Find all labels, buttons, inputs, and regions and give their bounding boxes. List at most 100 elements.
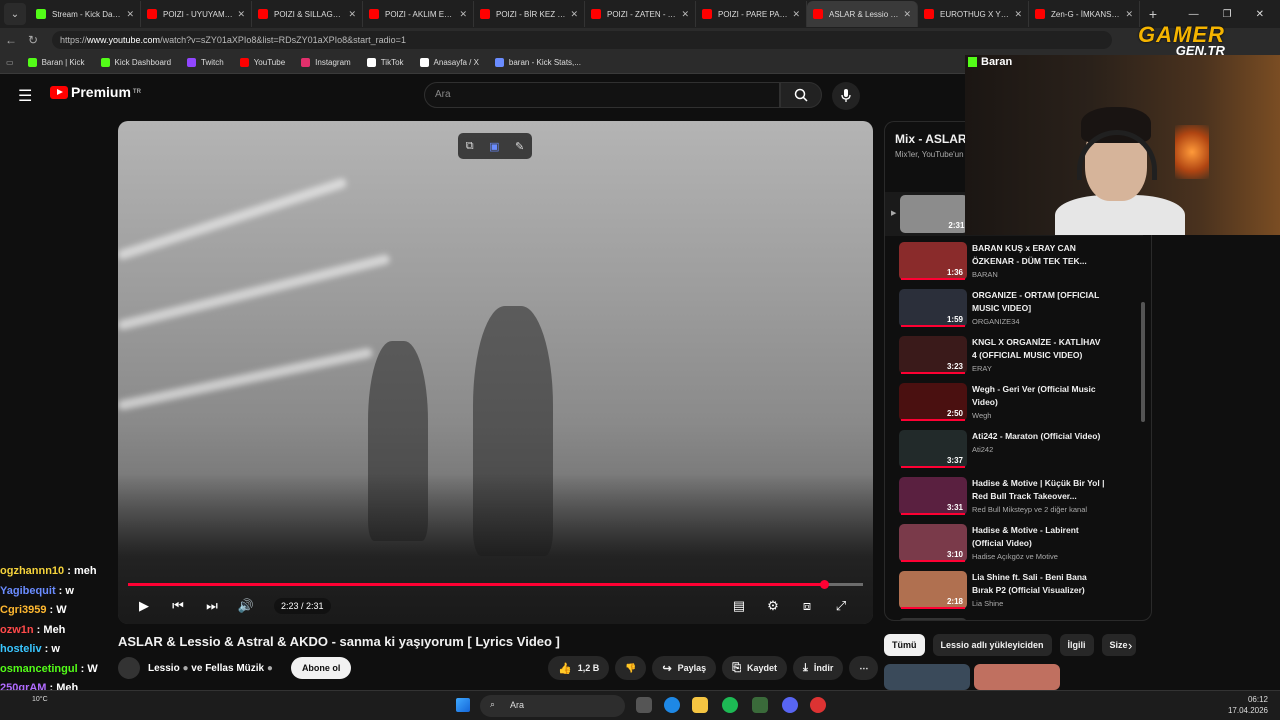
close-tab-icon[interactable]: ✕ xyxy=(570,9,578,20)
browser-tab[interactable]: ASLAR & Lessio & A ✕ xyxy=(807,1,918,27)
like-button[interactable]: 👍 1,2 B xyxy=(548,656,610,680)
search-input[interactable]: Ara xyxy=(424,82,780,108)
play-icon[interactable]: ▶ xyxy=(130,592,158,620)
tab-title: POIZI - PARE PARE xyxy=(718,9,789,19)
close-tab-icon[interactable]: ✕ xyxy=(903,9,911,20)
channel-name[interactable]: Lessio ● ve Fellas Müzik ● xyxy=(148,663,273,674)
tab-search-icon[interactable]: ⌄ xyxy=(4,3,26,25)
bookmark-item[interactable]: TikTok xyxy=(366,58,404,67)
browser-tab[interactable]: POIZI - ZATEN - You ✕ xyxy=(585,1,696,27)
subscribe-button[interactable]: Abone ol xyxy=(290,657,352,679)
search-button[interactable] xyxy=(780,82,822,108)
volume-icon[interactable]: 🔊 xyxy=(232,592,260,620)
browser-tab[interactable]: POIZI - PARE PARE ✕ xyxy=(696,1,807,27)
taskbar-search[interactable]: ⌕ Ara xyxy=(480,695,625,717)
playlist-item[interactable]: 3:23 KNGL X ORGANİZE - KATLİHAV 4 (OFFICI… xyxy=(885,333,1143,380)
browser-tab[interactable]: EUROTHUG X YUNG ✕ xyxy=(918,1,1029,27)
close-tab-icon[interactable]: ✕ xyxy=(348,9,356,20)
close-window-icon[interactable]: ✕ xyxy=(1256,9,1264,20)
channel-avatar[interactable] xyxy=(118,657,140,679)
close-tab-icon[interactable]: ✕ xyxy=(1014,9,1022,20)
related-thumbnail[interactable] xyxy=(974,664,1060,690)
playlist-item[interactable]: Keskin - ASLAN YAKIŞMAZ xyxy=(885,615,1143,620)
close-tab-icon[interactable]: ✕ xyxy=(1125,9,1133,20)
app-icon[interactable] xyxy=(752,697,768,713)
bookmarks-menu-icon[interactable]: ▭ xyxy=(6,58,14,67)
video-title: KNGL X ORGANİZE - KATLİHAV 4 (OFFICIAL M… xyxy=(972,337,1101,360)
weather-widget[interactable]: 10°C xyxy=(32,696,48,703)
playlist-item[interactable]: 3:31 Hadise & Motive | Küçük Bir Yol | Re… xyxy=(885,474,1143,521)
bookmark-item[interactable]: YouTube xyxy=(239,58,285,67)
file-explorer-icon[interactable] xyxy=(692,697,708,713)
playlist-item[interactable]: 2:18 Lia Shine ft. Sali - Beni Bana Bırak… xyxy=(885,568,1143,615)
bookmark-item[interactable]: baran - Kick Stats,... xyxy=(494,58,581,67)
browser-tab[interactable]: POIZI - AKLIM ERME ✕ xyxy=(363,1,474,27)
bookmark-item[interactable]: Anasayfa / X xyxy=(419,58,479,67)
browser-tab[interactable]: Stream - Kick Dashb ✕ xyxy=(30,1,141,27)
more-actions-button[interactable]: ⋯ xyxy=(849,656,879,680)
filter-chip[interactable]: Tümü xyxy=(884,634,925,656)
settings-icon[interactable]: ⚙ xyxy=(759,592,787,620)
url-bar[interactable]: https://www.youtube.com/watch?v=sZY01aXP… xyxy=(52,31,1112,49)
chat-text: meh xyxy=(73,565,97,577)
filter-chip[interactable]: Lessio adlı yükleyiciden xyxy=(932,634,1052,656)
capture-icon[interactable]: ⧉ xyxy=(466,140,474,153)
bookmark-icon xyxy=(419,58,429,67)
bookmark-item[interactable]: Baran | Kick xyxy=(27,58,85,67)
player-overlay-toolbar: ⧉ ▣ ✎ xyxy=(458,133,532,159)
video-player[interactable]: ⧉ ▣ ✎ ▶ ⏮ ⏭ 🔊 2:23 / 2:31 ▤ ⚙ ⧈ ⤢ xyxy=(118,121,873,624)
browser-tab[interactable]: Zen-G - İMKANSIZIM ✕ xyxy=(1029,1,1140,27)
video-thumbnail: 2:18 xyxy=(899,571,967,609)
system-clock[interactable]: 06:12 17.04.2026 xyxy=(1228,694,1268,716)
reload-icon[interactable]: ↻ xyxy=(22,33,44,47)
playlist-item[interactable]: 1:59 ORGANIZE - ORTAM [OFFICIAL MUSIC VID… xyxy=(885,286,1143,333)
browser-tab[interactable]: POIZI & SILLAGE - O ✕ xyxy=(252,1,363,27)
voice-search-button[interactable] xyxy=(832,82,860,110)
fullscreen-icon[interactable]: ⤢ xyxy=(827,592,855,620)
bookmark-item[interactable]: Kick Dashboard xyxy=(100,58,171,67)
bookmark-item[interactable]: Instagram xyxy=(301,58,351,67)
task-view-icon[interactable] xyxy=(636,697,652,713)
restore-icon[interactable]: ❐ xyxy=(1223,9,1232,20)
download-button[interactable]: ⤓ İndir xyxy=(793,656,844,680)
bookmark-item[interactable]: Twitch xyxy=(187,58,224,67)
close-tab-icon[interactable]: ✕ xyxy=(681,9,689,20)
menu-icon[interactable]: ☰ xyxy=(18,86,34,106)
related-thumbnail[interactable] xyxy=(884,664,970,690)
playlist-item[interactable]: 3:10 Hadise & Motive - Labirent (Official… xyxy=(885,521,1143,568)
discord-icon[interactable] xyxy=(782,697,798,713)
browser-tab[interactable]: POIZI - UYUYAMADI ✕ xyxy=(141,1,252,27)
edge-icon[interactable] xyxy=(664,697,680,713)
close-tab-icon[interactable]: ✕ xyxy=(459,9,467,20)
chips-next-icon[interactable]: › xyxy=(1128,638,1132,653)
previous-icon[interactable]: ⏮ xyxy=(164,592,192,620)
progress-bar[interactable] xyxy=(128,580,863,589)
windows-start-icon[interactable] xyxy=(456,698,470,712)
next-icon[interactable]: ⏭ xyxy=(198,592,226,620)
save-button[interactable]: ⎘ Kaydet xyxy=(722,656,788,680)
playlist-item[interactable]: 2:50 Wegh - Geri Ver (Official Music Vide… xyxy=(885,380,1143,427)
subtitles-icon[interactable]: ▤ xyxy=(725,592,753,620)
dislike-button[interactable]: 👎 xyxy=(615,656,647,680)
close-tab-icon[interactable]: ✕ xyxy=(237,9,245,20)
spotify-icon[interactable] xyxy=(722,697,738,713)
tab-title: POIZI - BİR KEZ DAH xyxy=(496,9,567,19)
playlist-item[interactable]: 3:37 Ati242 - Maraton (Official Video) Ati… xyxy=(885,427,1143,474)
chrome-icon[interactable] xyxy=(810,697,826,713)
playlist-scrollbar[interactable] xyxy=(1141,302,1145,422)
youtube-premium-logo[interactable]: Premium TR xyxy=(50,84,141,100)
playlist-item[interactable]: 1:36 BARAN KUŞ x ERAY CAN ÖZKENAR - DÜM T… xyxy=(885,239,1143,286)
video-search-icon[interactable]: ▣ xyxy=(489,140,499,153)
back-icon[interactable]: ← xyxy=(0,33,22,47)
new-tab-button[interactable]: + xyxy=(1140,6,1166,22)
now-playing-thumbnail: 2:31 xyxy=(900,195,969,233)
share-button[interactable]: ↪ Paylaş xyxy=(652,656,717,680)
filter-chip[interactable]: İlgili xyxy=(1059,634,1094,656)
close-tab-icon[interactable]: ✕ xyxy=(126,9,134,20)
minimize-icon[interactable]: — xyxy=(1189,9,1199,20)
edit-icon[interactable]: ✎ xyxy=(515,140,524,153)
video-meta: Ati242 - Maraton (Official Video) Ati242 xyxy=(972,430,1107,454)
browser-tab[interactable]: POIZI - BİR KEZ DAH ✕ xyxy=(474,1,585,27)
miniplayer-icon[interactable]: ⧈ xyxy=(793,592,821,620)
close-tab-icon[interactable]: ✕ xyxy=(792,9,800,20)
